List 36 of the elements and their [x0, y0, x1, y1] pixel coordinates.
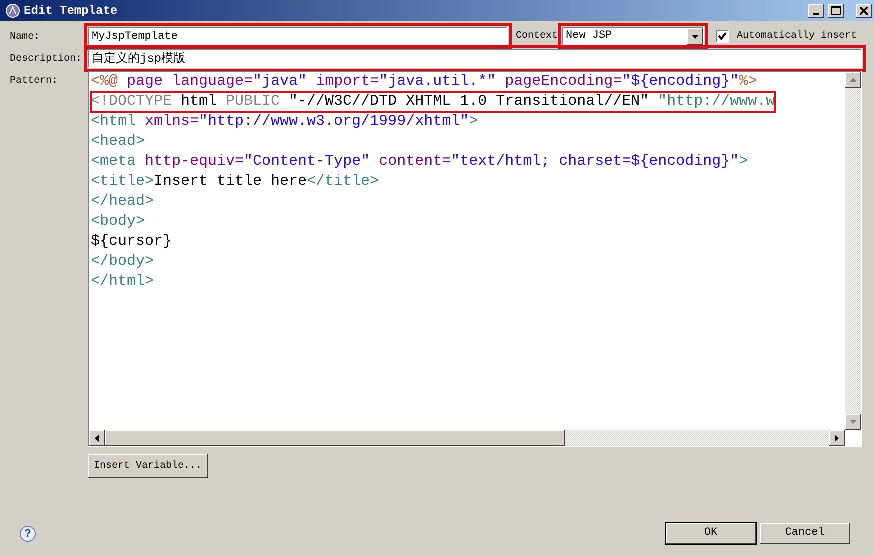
field-label: Description:: [10, 52, 84, 67]
code-line: </html>: [91, 272, 154, 292]
code-line: <%@ page language="java" import="java.util.*" pageEncoding="${encoding}"%>: [91, 72, 758, 92]
scroll-left-icon[interactable]: [89, 430, 105, 446]
code-line: <meta http-equiv="Content-Type" content="text/html; charset=${encoding}">: [91, 152, 748, 172]
close-icon: [860, 6, 868, 14]
minimize-button[interactable]: [808, 4, 824, 18]
window-title: Edit Template: [24, 2, 118, 20]
close-button[interactable]: [856, 4, 872, 18]
scroll-down-icon[interactable]: [845, 414, 861, 430]
field-label: Pattern:: [10, 75, 60, 89]
app-icon: [6, 4, 20, 18]
scroll-up-icon[interactable]: [845, 72, 861, 88]
scrollbar-thumb[interactable]: [105, 430, 565, 446]
help-button[interactable]: ?: [20, 526, 36, 542]
code-line: <title>Insert title here</title>: [91, 172, 380, 192]
code-line: ${cursor}: [91, 232, 172, 252]
dialog-button[interactable]: Cancel: [760, 523, 850, 544]
code-line: </body>: [91, 252, 154, 272]
code-line: </head>: [91, 192, 154, 212]
code-line: <body>: [91, 212, 146, 232]
dialog-button[interactable]: OK: [666, 523, 756, 544]
dropdown-arrow-icon: [692, 34, 699, 38]
code-line: <!DOCTYPE html PUBLIC "-//W3C//DTD XHTML 1.0 Transitional//EN" "http://www.w: [91, 92, 776, 112]
field-label: Name:: [10, 31, 42, 45]
scroll-right-icon[interactable]: [829, 430, 845, 446]
maximize-button[interactable]: [828, 4, 844, 18]
field-label: Context: [516, 30, 558, 44]
checkbox[interactable]: [716, 30, 730, 43]
code-line: <head>: [91, 132, 146, 152]
pattern-editor[interactable]: [88, 71, 862, 447]
code-line: <html xmlns="http://www.w3.org/1999/xhtml">: [91, 112, 478, 132]
checkbox-label: Automatically insert: [737, 30, 858, 44]
minimize-icon: [813, 12, 819, 14]
insert-variable-button[interactable]: Insert Variable...: [88, 454, 208, 478]
maximize-icon: [831, 6, 841, 15]
